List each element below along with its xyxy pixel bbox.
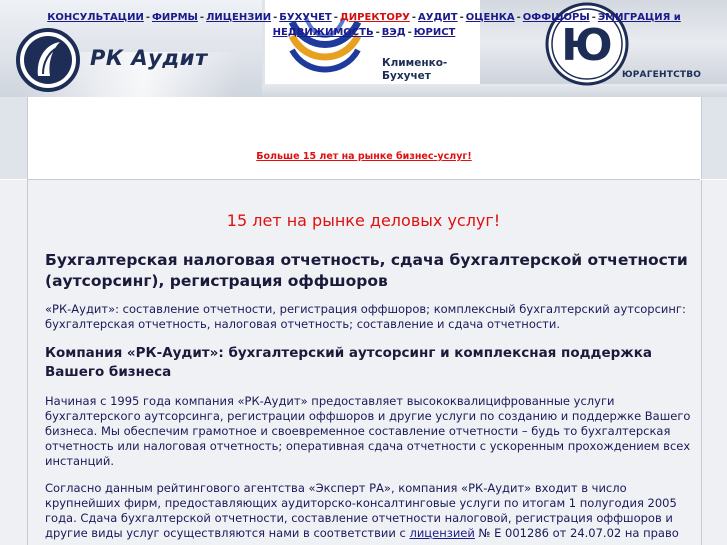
yuragentstvo-brand-name[interactable]: ЮРАГЕНТСТВО [622, 70, 701, 80]
nav-item-1[interactable]: КОНСУЛЬТАЦИИ [47, 12, 144, 23]
nav-separator: - [333, 12, 338, 23]
klimenko-buhuchet-brand-name[interactable]: Клименко- Бухучет [382, 57, 447, 83]
nav-separator: - [459, 12, 464, 23]
license-link[interactable]: лицензией [409, 526, 474, 540]
page-title: Бухгалтерская налоговая отчетность, сдач… [45, 251, 688, 290]
main-article: Бухгалтерская налоговая отчетность, сдач… [45, 250, 695, 541]
section-subtitle: Компания «РК-Аудит»: бухгалтерский аутсо… [45, 345, 652, 380]
nav-separator: - [375, 27, 380, 38]
nav-area [0, 97, 727, 179]
nav-item-11[interactable]: ЮРИСТ [414, 27, 456, 38]
promo-banner: Больше 15 лет на рынке бизнес-услуг! [32, 151, 696, 162]
nav-item-5[interactable]: ДИРЕКТОРУ [340, 12, 410, 23]
nav-separator: - [516, 12, 521, 23]
nav-item-8[interactable]: ОФФШОРЫ [523, 12, 590, 23]
rating-paragraph: Согласно данным рейтингового агентства «… [45, 481, 679, 540]
company-paragraph: Начиная с 1995 года компания «РК-Аудит» … [45, 394, 691, 468]
nav-separator: - [591, 12, 596, 23]
nav-item-4[interactable]: БУХУЧЕТ [279, 12, 332, 23]
nav-item-10[interactable]: ВЭД [382, 27, 406, 38]
nav-item-2[interactable]: ФИРМЫ [152, 12, 198, 23]
slogan: 15 лет на рынке деловых услуг! [226, 211, 501, 230]
intro-text: «РК-Аудит»: составление отчетности, реги… [45, 302, 686, 331]
nav-separator: - [273, 12, 278, 23]
nav-item-6[interactable]: АУДИТ [418, 12, 458, 23]
rk-audit-brand-name[interactable]: РК Аудит [90, 46, 208, 70]
nav-item-3[interactable]: ЛИЦЕНЗИИ [206, 12, 271, 23]
nav-separator: - [199, 12, 205, 23]
promo-link[interactable]: Больше 15 лет на рынке бизнес-услуг! [256, 151, 471, 162]
nav-separator: - [145, 12, 150, 23]
main-nav: КОНСУЛЬТАЦИИ - ФИРМЫ - ЛИЦЕНЗИИ - БУХУЧЕТ - ДИРЕ… [32, 10, 696, 40]
nav-separator: - [411, 12, 417, 23]
nav-item-7[interactable]: ОЦЕНКА [466, 12, 515, 23]
nav-separator: - [407, 27, 412, 38]
